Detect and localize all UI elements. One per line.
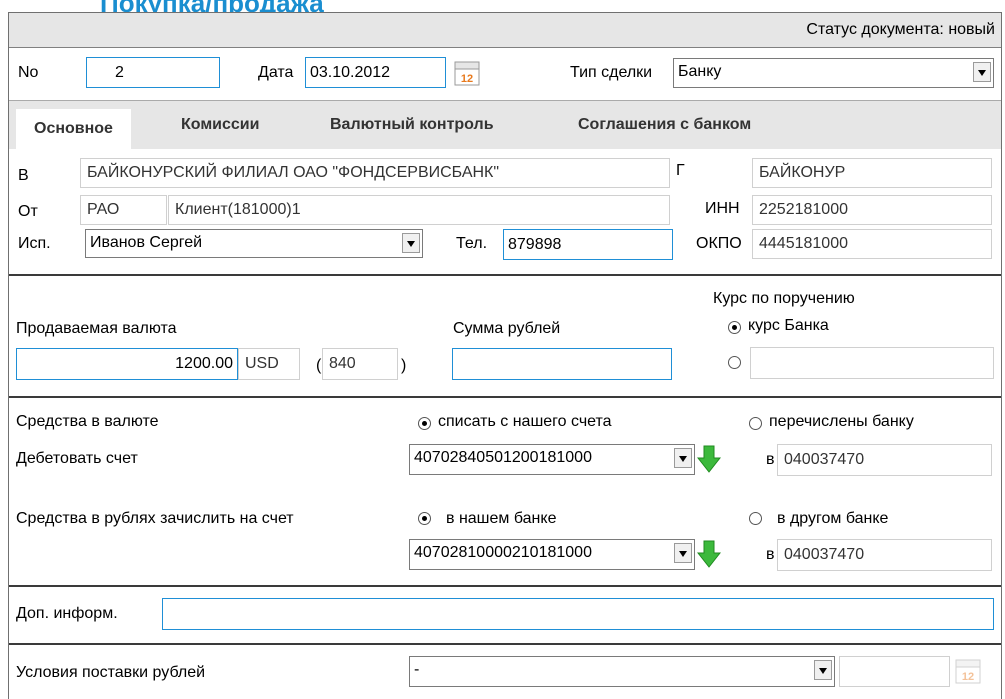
credit-other-bank-label: в другом банке <box>777 510 889 527</box>
amount-field[interactable]: 1200.00 <box>16 348 238 380</box>
deal-type-select[interactable]: Банку <box>673 58 994 88</box>
bank-city-field: БАЙКОНУР <box>752 158 992 188</box>
svg-text:12: 12 <box>962 671 974 683</box>
calendar-icon[interactable]: 12 <box>454 60 480 86</box>
deal-type-value: Банку <box>678 63 722 80</box>
okpo-field: 4445181000 <box>752 229 992 259</box>
delivery-select[interactable]: - <box>409 656 835 687</box>
chevron-down-icon[interactable] <box>674 448 692 468</box>
debit-bank-radio[interactable] <box>749 417 762 430</box>
rate-title: Курс по поручению <box>713 290 855 307</box>
delivery-label: Условия поставки рублей <box>16 664 206 681</box>
bank-name-field: БАЙКОНУРСКИЙ ФИЛИАЛ ОАО "ФОНДСЕРВИСБАНК" <box>80 158 670 188</box>
extra-info-field[interactable] <box>162 598 994 630</box>
debit-bik-field: 040037470 <box>777 444 992 476</box>
debit-bank-label: перечислены банку <box>769 413 914 430</box>
okpo-label: ОКПО <box>696 235 742 252</box>
rate-custom-field[interactable] <box>750 347 994 379</box>
client-form-field: РАО <box>80 195 167 225</box>
tab-currency-control[interactable]: Валютный контроль <box>326 116 498 134</box>
rate-custom-radio[interactable] <box>728 356 741 369</box>
tab-main[interactable]: Основное <box>16 109 131 149</box>
divider <box>9 643 1001 645</box>
tab-bar <box>9 101 1001 149</box>
numeric-code-open: ( <box>316 357 322 374</box>
svg-text:12: 12 <box>461 73 473 85</box>
debit-account-value: 40702840501200181000 <box>414 449 592 466</box>
date-label: Дата <box>258 64 294 81</box>
debit-own-label: списать с нашего счета <box>438 413 612 430</box>
rub-credit-label: Средства в рублях зачислить на счет <box>16 510 294 527</box>
rate-bank-radio[interactable] <box>728 321 741 334</box>
green-down-arrow-icon[interactable] <box>696 445 722 473</box>
city-label: Г <box>676 162 685 179</box>
credit-other-bank-radio[interactable] <box>749 512 762 525</box>
phone-field[interactable]: 879898 <box>503 229 673 260</box>
number-label: No <box>18 64 39 81</box>
chevron-down-icon[interactable] <box>814 660 832 680</box>
tab-commissions[interactable]: Комиссии <box>177 116 263 134</box>
divider <box>9 585 1001 587</box>
credit-our-bank-label: в нашем банке <box>446 510 557 527</box>
numeric-code-field: 840 <box>322 348 398 380</box>
document-status: Статус документа: новый <box>806 21 995 38</box>
to-label: В <box>18 167 29 184</box>
inn-label: ИНН <box>705 200 740 217</box>
client-name-field: Клиент(181000)1 <box>168 195 670 225</box>
deal-type-label: Тип сделки <box>570 64 653 81</box>
inn-field: 2252181000 <box>752 195 992 225</box>
debit-account-select[interactable]: 40702840501200181000 <box>409 444 695 475</box>
tab-bank-agreements[interactable]: Соглашения с банком <box>574 116 755 134</box>
number-field[interactable]: 2 <box>86 57 220 88</box>
delivery-date-field[interactable] <box>839 656 950 687</box>
debit-own-radio[interactable] <box>418 417 431 430</box>
status-bar: Статус документа: новый <box>9 13 1001 48</box>
date-field[interactable]: 03.10.2012 <box>305 57 446 88</box>
executor-label: Исп. <box>18 235 51 252</box>
fx-funds-label: Средства в валюте <box>16 413 159 430</box>
credit-account-select[interactable]: 40702810000210181000 <box>409 539 695 570</box>
chevron-down-icon[interactable] <box>402 233 420 253</box>
chevron-down-icon[interactable] <box>973 62 991 82</box>
divider <box>9 396 1001 398</box>
credit-bik-field: 040037470 <box>777 539 992 571</box>
debit-account-label: Дебетовать счет <box>16 450 138 467</box>
executor-select[interactable]: Иванов Сергей <box>85 229 423 258</box>
rub-amount-label: Сумма рублей <box>453 320 561 337</box>
credit-account-value: 40702810000210181000 <box>414 544 592 561</box>
phone-label: Тел. <box>456 235 488 252</box>
currency-code-field: USD <box>238 348 300 380</box>
from-label: От <box>18 203 38 220</box>
chevron-down-icon[interactable] <box>674 543 692 563</box>
delivery-value: - <box>414 661 420 678</box>
rub-amount-field[interactable] <box>452 348 672 380</box>
divider <box>9 274 1001 276</box>
rate-bank-label: курс Банка <box>748 317 829 334</box>
green-down-arrow-icon[interactable] <box>696 540 722 568</box>
credit-our-bank-radio[interactable] <box>418 512 431 525</box>
calendar-icon[interactable]: 12 <box>955 658 981 684</box>
sold-currency-label: Продаваемая валюта <box>16 320 177 337</box>
extra-info-label: Доп. информ. <box>16 605 118 622</box>
credit-bik-prefix: в <box>766 546 775 563</box>
executor-value: Иванов Сергей <box>90 234 203 251</box>
debit-bik-prefix: в <box>766 451 775 468</box>
numeric-code-close: ) <box>401 357 407 374</box>
